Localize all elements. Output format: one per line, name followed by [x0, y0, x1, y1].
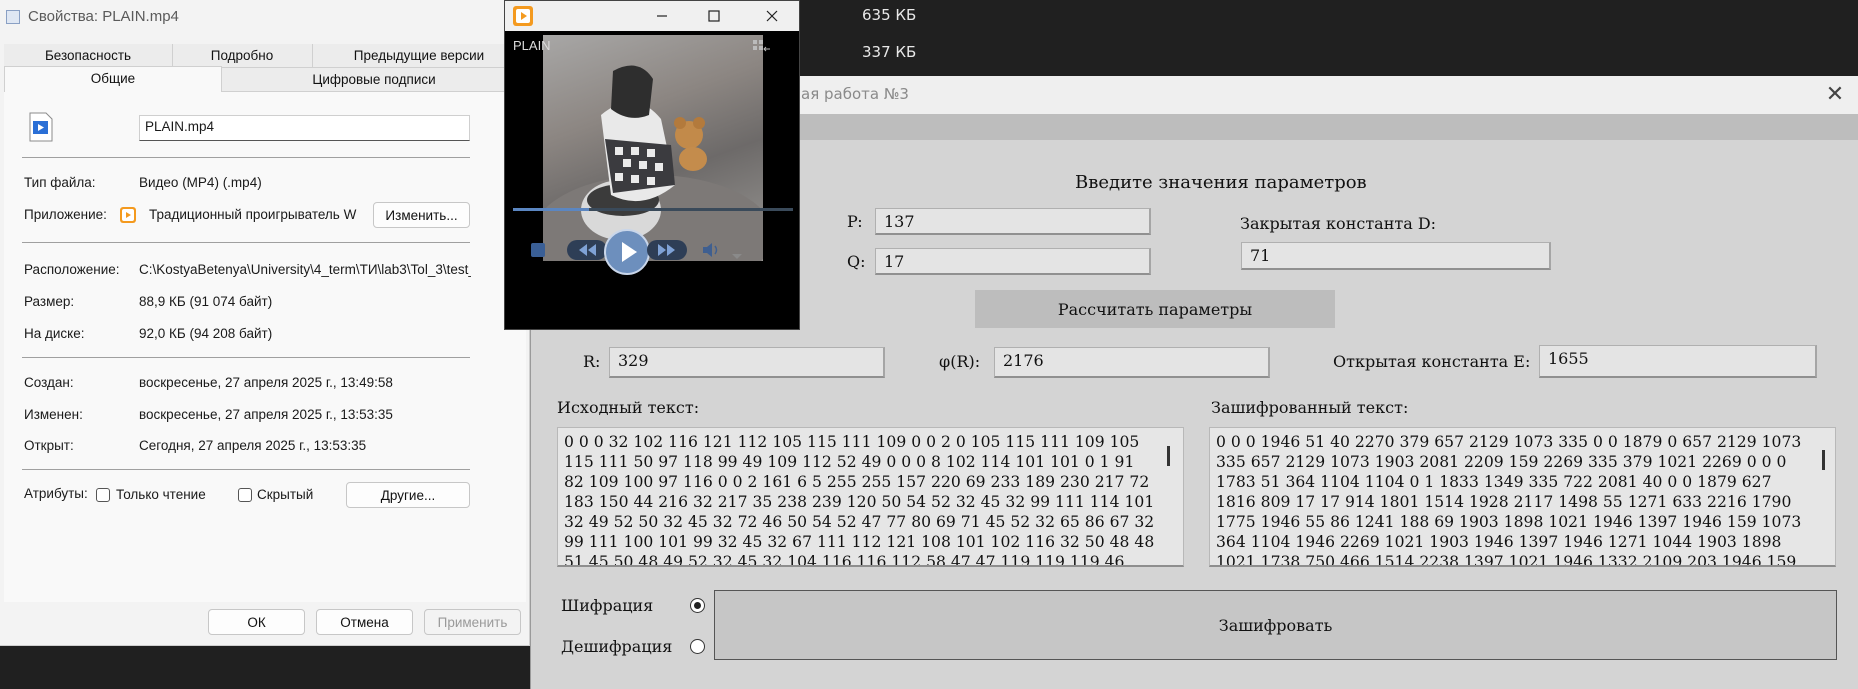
tabs-row-1: Безопасность Подробно Предыдущие версии: [4, 44, 526, 68]
location-label: Расположение:: [24, 262, 120, 277]
media-player-icon: [120, 207, 136, 223]
r-output[interactable]: 329: [609, 347, 885, 378]
file-type-label: Тип файла:: [24, 175, 96, 190]
player-overlay-title: PLAIN: [513, 38, 551, 53]
readonly-checkbox[interactable]: [96, 488, 110, 502]
source-scroll-thumb[interactable]: [1167, 446, 1170, 466]
file-icon: [6, 10, 20, 24]
tab-previous-versions[interactable]: Предыдущие версии: [312, 48, 526, 63]
apply-button[interactable]: Применить: [424, 609, 521, 635]
next-icon[interactable]: [647, 237, 687, 263]
d-input[interactable]: 71: [1241, 242, 1551, 270]
size-value: 88,9 КБ (91 074 байт): [139, 294, 273, 309]
modified-label: Изменен:: [24, 407, 83, 422]
seek-bar[interactable]: [513, 208, 793, 211]
opened-label: Открыт:: [24, 438, 74, 453]
phi-label: φ(R):: [939, 352, 981, 371]
tab-general[interactable]: Общие: [4, 66, 222, 92]
seek-bar-fill: [513, 208, 589, 211]
media-player-icon: [513, 6, 533, 26]
stop-icon[interactable]: [531, 243, 545, 257]
file-name-input[interactable]: PLAIN.mp4: [139, 115, 470, 141]
player-titlebar: [505, 1, 799, 31]
background-size-2: 337 КБ: [862, 43, 917, 61]
hidden-checkbox[interactable]: [238, 488, 252, 502]
e-label: Открытая константа E:: [1333, 352, 1531, 371]
encrypt-radio-label: Шифрация: [561, 596, 654, 615]
source-text-label: Исходный текст:: [557, 398, 700, 417]
r-label: R:: [583, 352, 601, 371]
decrypt-radio-label: Дешифрация: [561, 637, 673, 656]
rsa-window-title: ая работа №3: [801, 85, 909, 103]
source-textarea[interactable]: 0 0 0 32 102 116 121 112 105 115 111 109…: [557, 427, 1184, 567]
ok-button[interactable]: ОК: [208, 609, 305, 635]
cipher-text-label: Зашифрованный текст:: [1211, 398, 1409, 417]
general-tab-panel: PLAIN.mp4 Тип файла: Видео (MP4) (.mp4) …: [4, 92, 526, 602]
p-input[interactable]: 137: [875, 208, 1151, 235]
minimize-icon[interactable]: [645, 1, 679, 31]
cipher-textarea[interactable]: 0 0 0 1946 51 40 2270 379 657 2129 1073 …: [1209, 427, 1836, 567]
q-label: Q:: [847, 252, 866, 271]
cancel-button[interactable]: Отмена: [316, 609, 413, 635]
previous-icon[interactable]: [567, 237, 607, 263]
cipher-scrollbar[interactable]: [1817, 436, 1831, 556]
params-heading: Введите значения параметров: [1075, 172, 1367, 193]
encrypt-button[interactable]: Зашифровать: [714, 590, 1837, 660]
hidden-label: Скрытый: [257, 487, 314, 502]
d-label: Закрытая константа D:: [1240, 214, 1437, 233]
file-type-value: Видео (MP4) (.mp4): [139, 175, 262, 190]
close-icon[interactable]: [755, 1, 789, 31]
calculate-params-button[interactable]: Рассчитать параметры: [975, 290, 1335, 328]
attributes-label: Атрибуты:: [24, 486, 88, 501]
phi-output[interactable]: 2176: [994, 347, 1270, 378]
tab-digital-signatures[interactable]: Цифровые подписи: [222, 72, 526, 87]
background-size-1: 635 КБ: [862, 6, 917, 24]
switch-to-library-icon[interactable]: [753, 39, 771, 53]
divider: [22, 469, 470, 470]
modified-value: воскресенье, 27 апреля 2025 г., 13:53:35: [139, 407, 393, 422]
video-frame[interactable]: [543, 35, 763, 261]
media-file-icon: [28, 112, 54, 142]
chevron-down-icon[interactable]: [731, 246, 743, 259]
disk-size-label: На диске:: [24, 326, 85, 341]
tab-details[interactable]: Подробно: [172, 48, 312, 63]
divider: [22, 157, 470, 158]
cipher-scroll-thumb[interactable]: [1822, 450, 1825, 470]
q-input[interactable]: 17: [875, 248, 1151, 275]
disk-size-value: 92,0 КБ (94 208 байт): [139, 326, 273, 341]
decrypt-radio[interactable]: [690, 639, 705, 654]
divider: [22, 357, 470, 358]
e-output[interactable]: 1655: [1539, 345, 1817, 378]
media-player-window: PLAIN: [504, 0, 800, 330]
created-value: воскресенье, 27 апреля 2025 г., 13:49:58: [139, 375, 393, 390]
location-value: C:\KostyaBetenya\University\4_term\ТИ\la…: [139, 262, 471, 277]
properties-title: Свойства: PLAIN.mp4: [28, 8, 179, 25]
volume-icon[interactable]: [701, 241, 723, 259]
tab-security[interactable]: Безопасность: [4, 48, 172, 63]
p-label: P:: [847, 212, 863, 231]
source-scrollbar[interactable]: [1162, 436, 1176, 556]
created-label: Создан:: [24, 375, 74, 390]
readonly-label: Только чтение: [116, 487, 206, 502]
close-icon[interactable]: ✕: [1818, 78, 1852, 112]
opened-value: Сегодня, 27 апреля 2025 г., 13:53:35: [139, 438, 367, 453]
app-label: Приложение:: [24, 207, 107, 222]
other-attributes-button[interactable]: Другие...: [346, 482, 470, 508]
encrypt-radio[interactable]: [690, 598, 705, 613]
size-label: Размер:: [24, 294, 75, 309]
properties-dialog: Свойства: PLAIN.mp4 Безопасность Подробн…: [0, 0, 530, 646]
play-icon[interactable]: [603, 228, 651, 276]
app-value: Традиционный проигрыватель W: [149, 207, 357, 222]
maximize-icon[interactable]: [697, 1, 731, 31]
divider: [22, 242, 470, 243]
change-app-button[interactable]: Изменить...: [373, 202, 470, 228]
tabs-row-2: Общие Цифровые подписи: [4, 66, 526, 92]
